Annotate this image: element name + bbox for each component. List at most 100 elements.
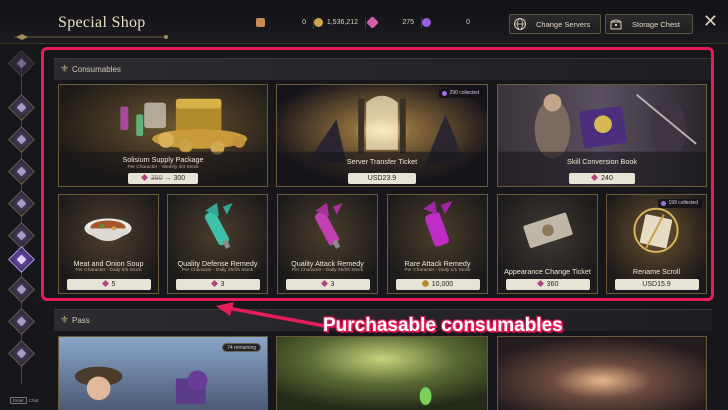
gem-icon — [441, 91, 447, 96]
silver-coin-icon — [256, 18, 265, 27]
section-header-consumables[interactable]: ⚜ Consumables — [54, 58, 712, 80]
limited-icon — [16, 58, 27, 69]
product-card[interactable]: 199 collected Rename Scroll USD15.9 — [606, 194, 707, 294]
annotation-callout: Purchasable consumables — [323, 315, 563, 336]
price-value: USD23.9 — [367, 175, 397, 182]
sidebar-item-limited[interactable] — [8, 50, 35, 77]
pass-card[interactable]: 74 remaining — [58, 336, 268, 410]
close-icon[interactable]: ✕ — [703, 12, 718, 30]
sidebar-item-pet[interactable] — [8, 276, 35, 303]
purchase-limit: Per Character - Daily 25/25 Stock — [291, 268, 364, 273]
currency-value: 0 — [466, 19, 470, 26]
product-name: Meat and Onion Soup — [73, 259, 144, 268]
product-card[interactable]: Skill Conversion Book 240 — [497, 84, 707, 187]
crest-icon — [16, 316, 27, 327]
price-tag: 360 — [505, 279, 590, 290]
price-tag: 240 — [569, 173, 635, 184]
product-card[interactable]: Rare Attack Remedy Per Character - Daily… — [387, 194, 488, 294]
storage-chest-button[interactable]: Storage Chest — [605, 14, 693, 34]
purchase-limit: Per Character - Weekly 4/4 Stock — [127, 165, 199, 170]
skill-book-image — [498, 85, 706, 186]
currency-gold: 1,536,212 — [314, 16, 366, 30]
chest-icon — [610, 19, 622, 30]
price-tag: USD23.9 — [348, 173, 416, 184]
currency-silver: 0 — [256, 16, 314, 30]
currency-royal-crystal: 0 — [422, 16, 472, 30]
pass-card[interactable] — [276, 336, 488, 410]
chat-shortcut[interactable]: Enter Chat — [10, 397, 38, 404]
sidebar-item-consumables[interactable] — [8, 158, 35, 185]
sidebar-item-misc[interactable] — [8, 340, 35, 367]
featured-icon — [16, 102, 27, 113]
fleur-icon: ⚜ — [60, 64, 69, 75]
sidebar-item-crest[interactable] — [8, 308, 35, 335]
package-icon — [16, 134, 27, 145]
price-tag: USD15.9 — [614, 279, 699, 290]
price-tag: 3 — [175, 279, 260, 290]
badge-text: 290 collected — [449, 90, 479, 96]
crystal-icon — [366, 16, 379, 29]
price-tag: 5 — [66, 279, 151, 290]
product-name: Quality Defense Remedy — [177, 259, 258, 268]
category-sidebar: Enter Chat — [0, 44, 44, 410]
currency-value: 1,536,212 — [326, 19, 358, 26]
pass-image — [277, 337, 487, 410]
crystal-icon — [320, 280, 328, 287]
product-name: Server Transfer Ticket — [346, 157, 418, 166]
price-tag: 3 — [285, 279, 370, 290]
currency-value: 0 — [302, 19, 306, 26]
enter-key-hint: Enter — [10, 397, 27, 404]
pass-icon — [16, 198, 27, 209]
title-ornament — [14, 34, 168, 40]
product-card[interactable]: Appearance Change Ticket 360 — [497, 194, 598, 294]
collected-badge: 290 collected — [438, 89, 483, 98]
section-title: Pass — [72, 316, 90, 325]
product-card[interactable]: Quality Attack Remedy Per Character - Da… — [277, 194, 378, 294]
consumables-icon — [16, 166, 27, 177]
original-price: 350 — [150, 175, 163, 182]
product-card[interactable]: 290 collected Server Transfer Ticket USD… — [276, 84, 488, 187]
product-card[interactable]: Quality Defense Remedy Per Character - D… — [167, 194, 268, 294]
product-card[interactable]: Solisium Supply Package Per Character - … — [58, 84, 268, 187]
product-name: Skill Conversion Book — [567, 157, 637, 166]
product-name: Rare Attack Remedy — [404, 259, 471, 268]
sidebar-item-cosmetics[interactable] — [8, 222, 35, 249]
sidebar-item-mount[interactable] — [8, 246, 35, 273]
price-value: USD15.9 — [642, 281, 671, 288]
sidebar-item-pass[interactable] — [8, 190, 35, 217]
gold-coin-icon — [314, 18, 323, 27]
crystal-icon — [210, 280, 218, 287]
gem-icon — [660, 201, 666, 206]
purchase-limit: Per Character - Daily 5/5 Stock — [75, 268, 142, 273]
price-value: 300 — [173, 175, 186, 182]
pass-card[interactable] — [497, 336, 707, 410]
sidebar-item-package[interactable] — [8, 126, 35, 153]
supply-package-image — [59, 85, 267, 186]
product-name: Rename Scroll — [632, 267, 681, 276]
fleur-icon: ⚜ — [60, 315, 69, 326]
crystal-icon — [140, 174, 148, 181]
price-value: 3 — [220, 281, 225, 288]
price-value: 240 — [601, 175, 613, 182]
price-tag: 10,000 — [395, 279, 480, 290]
price-value: 5 — [111, 281, 116, 288]
collected-badge: 199 collected — [657, 199, 702, 208]
sidebar-item-featured[interactable] — [8, 94, 35, 121]
top-bar: Special Shop 0 1,536,212 275 0 Change Se… — [0, 0, 728, 44]
chat-label: Chat — [28, 398, 39, 403]
pass-image — [498, 337, 706, 410]
badge-text: 199 collected — [668, 200, 698, 206]
price-tag: 350 → 300 — [128, 173, 198, 184]
remaining-badge: 74 remaining — [222, 343, 261, 352]
server-transfer-image — [277, 85, 487, 186]
change-servers-button[interactable]: Change Servers — [509, 14, 601, 34]
crystal-icon — [591, 174, 599, 181]
purchase-limit: Per Character - Daily 1/1 Stock — [404, 268, 471, 273]
price-value: 10,000 — [431, 281, 454, 288]
product-card[interactable]: Meat and Onion Soup Per Character - Dail… — [58, 194, 159, 294]
purchase-limit: Per Character - Daily 25/25 Stock — [181, 268, 254, 273]
section-title: Consumables — [72, 65, 121, 74]
cosmetics-icon — [16, 230, 27, 241]
gold-coin-icon — [421, 280, 429, 287]
currency-crystal: 275 — [366, 16, 422, 30]
